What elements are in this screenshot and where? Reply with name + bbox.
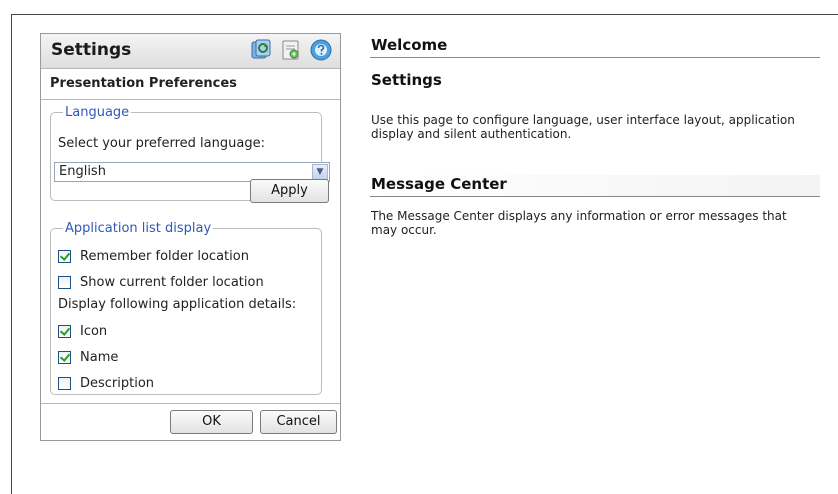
settings-description: Use this page to configure language, use…	[371, 113, 795, 141]
welcome-title: Welcome	[370, 36, 820, 58]
chevron-down-icon[interactable]: ▼	[312, 164, 328, 180]
settings-panel-header: Settings	[41, 34, 340, 69]
show-folder-option[interactable]: Show current folder location	[58, 273, 264, 291]
icon-option[interactable]: Icon	[58, 322, 107, 340]
description-detail-checkbox[interactable]	[58, 376, 71, 390]
header-toolbar	[249, 38, 333, 62]
application-list-fieldset: Application list display Remember folder…	[50, 221, 322, 395]
show-folder-label: Show current folder location	[80, 274, 264, 290]
remember-folder-label: Remember folder location	[80, 248, 249, 264]
language-select-value: English	[59, 164, 106, 179]
show-folder-checkbox[interactable]	[58, 275, 71, 289]
message-center-description: The Message Center displays any informat…	[371, 209, 787, 237]
message-center-title: Message Center	[370, 175, 820, 197]
icon-detail-label: Icon	[80, 323, 108, 339]
settings-panel: Settings Presentation Preferences Langua…	[40, 33, 341, 441]
application-list-legend: Application list display	[65, 221, 212, 236]
preferences-icon[interactable]	[279, 38, 303, 62]
cancel-button[interactable]: Cancel	[260, 410, 337, 434]
settings-body: Language Select your preferred language:…	[41, 100, 340, 440]
description-option[interactable]: Description	[58, 374, 154, 392]
settings-panel-footer: OK Cancel	[41, 403, 340, 440]
remember-folder-option[interactable]: Remember folder location	[58, 247, 249, 265]
refresh-apps-icon[interactable]	[249, 38, 273, 62]
name-option[interactable]: Name	[58, 348, 118, 366]
settings-section-title: Settings	[371, 71, 442, 89]
details-prompt: Display following application details:	[58, 297, 297, 312]
help-icon[interactable]	[309, 38, 333, 62]
description-detail-label: Description	[80, 375, 155, 391]
presentation-preferences-heading: Presentation Preferences	[41, 69, 340, 100]
name-detail-checkbox[interactable]	[58, 350, 71, 364]
settings-panel-title: Settings	[51, 40, 132, 60]
apply-button[interactable]: Apply	[250, 179, 329, 203]
name-detail-label: Name	[80, 349, 119, 365]
ok-button[interactable]: OK	[170, 410, 253, 434]
language-legend: Language	[65, 105, 130, 120]
language-prompt: Select your preferred language:	[58, 136, 265, 151]
icon-detail-checkbox[interactable]	[58, 324, 71, 338]
remember-folder-checkbox[interactable]	[58, 249, 71, 263]
